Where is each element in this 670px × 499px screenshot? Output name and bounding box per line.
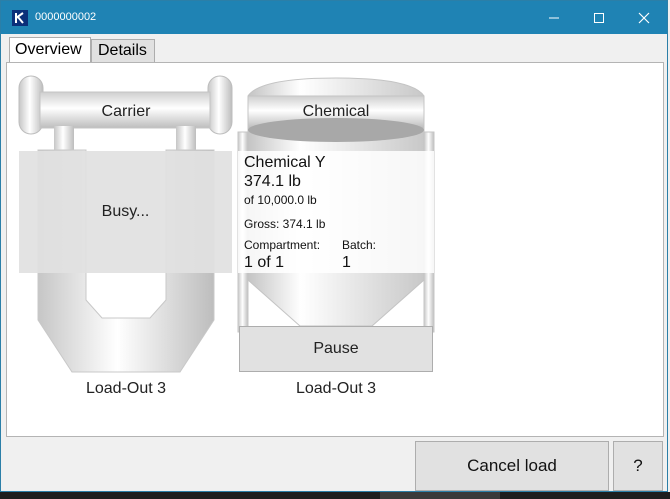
taskbar-highlight xyxy=(380,492,500,499)
cancel-load-button[interactable]: Cancel load xyxy=(415,441,609,491)
carrier-busy-text: Busy... xyxy=(101,203,150,220)
compartment-value: 1 of 1 xyxy=(244,254,285,271)
pause-button[interactable]: Pause xyxy=(239,326,433,372)
chemical-capacity: of 10,000.0 lb xyxy=(244,193,317,207)
chemical-gross: Gross: 374.1 lb xyxy=(244,217,326,231)
chemical-weight: 374.1 lb xyxy=(244,173,301,190)
carrier-status-overlay: Busy... xyxy=(19,151,232,273)
batch-label: Batch: xyxy=(342,238,377,252)
chemical-name: Chemical Y xyxy=(244,154,326,171)
chemical-caption: Load-Out 3 xyxy=(295,380,377,397)
help-button[interactable]: ? xyxy=(613,441,663,491)
carrier-label: Carrier xyxy=(101,103,151,120)
chemical-label: Chemical xyxy=(302,103,370,120)
batch-value: 1 xyxy=(342,254,351,271)
taskbar-strip xyxy=(0,492,670,499)
chemical-info-panel: Chemical Y 374.1 lb of 10,000.0 lb Gross… xyxy=(238,151,434,273)
compartment-label: Compartment: xyxy=(244,238,321,252)
carrier-caption: Load-Out 3 xyxy=(85,380,167,397)
